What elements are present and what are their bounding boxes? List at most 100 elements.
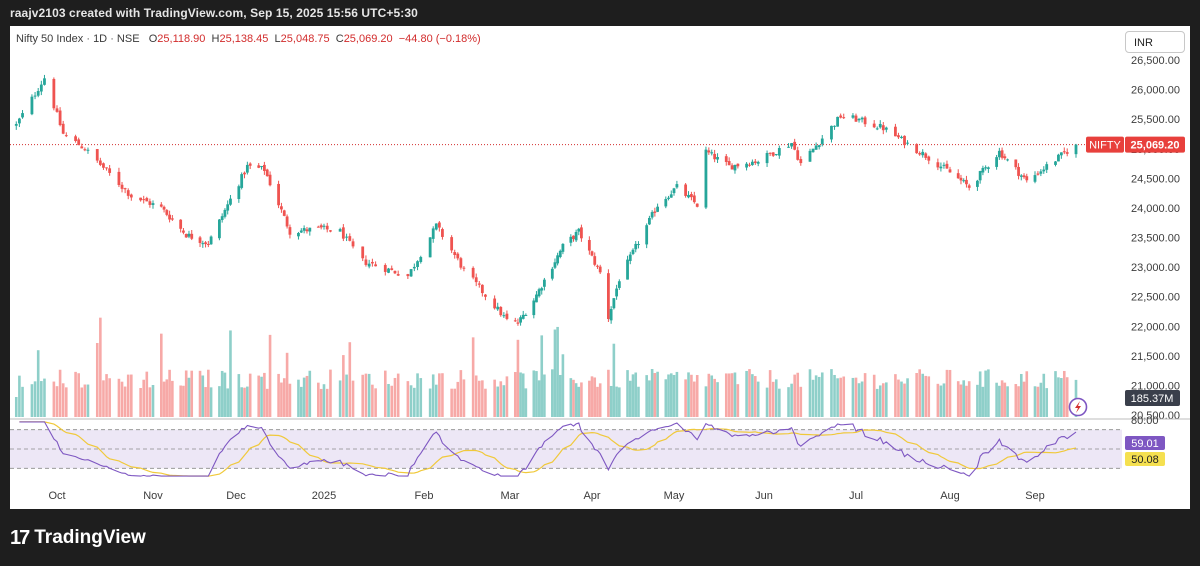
- candle: [707, 150, 711, 153]
- candle: [634, 243, 638, 250]
- legend-open-label: O: [148, 33, 158, 45]
- candle: [105, 167, 108, 169]
- volume-bar: [319, 388, 323, 417]
- volume-bar: [918, 369, 921, 417]
- chart-svg[interactable]: 26,500.0026,000.0025,500.0025,000.0024,5…: [0, 0, 1200, 566]
- candle: [612, 298, 616, 309]
- volume-bar: [505, 376, 509, 417]
- lightning-badge-icon[interactable]: [1068, 397, 1088, 417]
- volume-bar: [830, 369, 833, 417]
- volume-bar: [881, 383, 885, 417]
- candle: [796, 150, 800, 160]
- volume-bar: [894, 374, 897, 417]
- volume-bar: [811, 379, 815, 417]
- volume-bar: [707, 373, 711, 417]
- candle: [535, 294, 538, 303]
- candle: [1074, 144, 1078, 155]
- volume-bar: [956, 381, 960, 417]
- volume-bar: [753, 376, 757, 417]
- candle: [1003, 156, 1007, 159]
- candle: [416, 261, 419, 267]
- candle: [52, 78, 56, 109]
- candle: [1006, 159, 1009, 161]
- candle: [965, 179, 968, 185]
- candle: [268, 174, 272, 186]
- currency-button[interactable]: INR: [1125, 31, 1185, 53]
- candle: [248, 163, 252, 166]
- volume-bar: [282, 378, 286, 417]
- volume-bar: [836, 378, 839, 417]
- volume-bar: [434, 384, 438, 417]
- volume-bar: [532, 370, 536, 417]
- candle: [198, 237, 202, 243]
- symbol-legend[interactable]: Nifty 50 Index · 1D · NSE O25,118.90 H25…: [16, 33, 481, 45]
- volume-bar: [209, 387, 213, 417]
- candle: [648, 217, 651, 225]
- candle: [39, 84, 43, 92]
- volume-bar: [1019, 373, 1023, 417]
- volume-bar: [130, 374, 133, 417]
- candle: [692, 195, 696, 203]
- volume-bar: [288, 383, 292, 417]
- candle: [748, 164, 751, 166]
- rsi-ma-tag-label: 50.08: [1131, 454, 1159, 466]
- time-axis-label: Dec: [226, 490, 246, 502]
- candle: [875, 128, 879, 130]
- volume-bar: [406, 381, 410, 417]
- volume-bars: [14, 317, 1078, 417]
- candle: [243, 172, 246, 175]
- volume-bar: [872, 374, 876, 417]
- candle: [159, 204, 163, 207]
- volume-bar: [580, 382, 583, 417]
- candle: [1062, 151, 1066, 153]
- candle: [168, 214, 171, 220]
- volume-bar: [246, 386, 249, 417]
- legend-symbol: Nifty 50 Index: [16, 33, 84, 45]
- candle: [145, 198, 149, 202]
- volume-bar: [14, 397, 18, 417]
- volume-bar: [628, 380, 632, 417]
- volume-bar: [833, 374, 836, 417]
- candle: [496, 306, 500, 310]
- volume-bar: [145, 371, 149, 417]
- candle: [881, 125, 885, 131]
- volume-bar: [18, 375, 21, 417]
- volume-bar: [857, 383, 861, 417]
- volume-bar: [257, 375, 261, 417]
- volume-bar: [631, 374, 635, 417]
- candle: [1059, 152, 1063, 156]
- candle: [493, 298, 497, 309]
- candle: [745, 163, 748, 168]
- volume-bar: [561, 354, 565, 417]
- volume-bar: [74, 371, 77, 417]
- volume-bar: [1045, 388, 1049, 417]
- volume-bar: [687, 372, 690, 417]
- candle: [830, 125, 833, 140]
- volume-bar: [416, 373, 419, 417]
- volume-bar: [553, 329, 557, 417]
- candle: [927, 156, 931, 161]
- candle: [774, 154, 778, 156]
- volume-bar: [1054, 371, 1057, 417]
- candle: [799, 159, 803, 164]
- candle: [229, 198, 232, 205]
- candle: [14, 123, 18, 126]
- rsi-axis-label: 80.00: [1131, 415, 1159, 427]
- volume-bar: [305, 375, 309, 417]
- volume-bar: [765, 387, 769, 417]
- volume-bar: [854, 377, 858, 417]
- candle: [817, 145, 821, 148]
- candle: [245, 164, 249, 173]
- candle: [854, 115, 858, 122]
- volume-bar: [875, 388, 879, 417]
- candle: [1019, 175, 1023, 177]
- candle: [690, 194, 693, 198]
- volume-bar: [915, 373, 918, 417]
- candle: [240, 174, 244, 188]
- volume-bar: [863, 373, 867, 417]
- volume-bar: [33, 381, 37, 417]
- candle: [450, 237, 454, 251]
- volume-bar: [713, 378, 716, 417]
- tradingview-logo[interactable]: 17 TradingView: [10, 527, 146, 549]
- candle: [897, 135, 900, 138]
